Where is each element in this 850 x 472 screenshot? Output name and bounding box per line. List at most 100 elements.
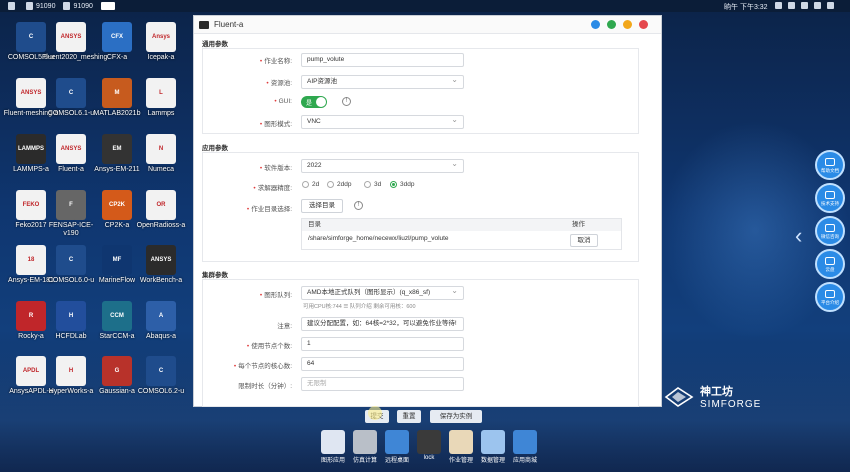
desktop-icon[interactable]: ANSYS WorkBench-a — [132, 245, 190, 285]
help-icon[interactable] — [591, 20, 600, 29]
desktop-icon[interactable]: L Lammps — [132, 78, 190, 118]
precision-label: • 求解器精度: — [253, 185, 292, 192]
app-icon: C — [146, 356, 176, 386]
info-icon[interactable]: ! — [354, 201, 363, 210]
radio-3d[interactable]: 3d — [364, 181, 381, 188]
right-bar-label: 帮助文档 — [821, 168, 839, 173]
brand-en: SIMFORGE — [700, 399, 762, 410]
gui-toggle[interactable]: 是 — [301, 96, 327, 108]
queue-label: • 图形队列: — [259, 292, 292, 299]
app-icon: C — [56, 78, 86, 108]
dock-item[interactable]: 应用商城 — [508, 430, 542, 464]
info-icon[interactable]: ! — [342, 97, 351, 106]
dock-item-label: 图形应用 — [320, 458, 345, 464]
dock-app-icon — [449, 430, 473, 454]
desktop-icon[interactable]: Ansys Icepak-a — [132, 22, 190, 62]
dock-item[interactable]: 远程桌面 — [380, 430, 414, 464]
taskbar-item[interactable] — [8, 2, 18, 10]
tray-icon[interactable] — [801, 2, 808, 9]
app-icon: CP2K — [102, 190, 132, 220]
dock-item[interactable]: lock — [412, 430, 446, 461]
action-bar: 提交 重置 保存为实例 — [193, 396, 662, 423]
queue-info: 可用CPU核:744 ☰ 队列介绍 剩余可用核：600 — [303, 304, 416, 310]
app-icon: F — [56, 190, 86, 220]
right-service-bar: 帮助文档技术支持微信咨询云盘平台介绍 — [812, 150, 848, 315]
right-bar-button[interactable]: 云盘 — [815, 249, 845, 279]
dock: 图形应用 仿真计算 远程桌面 lock 作业管理 数据管理 应用商城 — [316, 428, 544, 472]
clock: 晌午 下午3:32 — [724, 4, 768, 11]
table-cell-dir: /share/simforge_home/necewx/liuzl/pump_v… — [308, 235, 449, 242]
taskbar-item[interactable] — [100, 2, 118, 10]
queue-select[interactable]: AMD本地正式队列（图形显示）(q_x86_sf) — [301, 285, 464, 300]
dock-app-icon — [385, 430, 409, 454]
app-icon: A — [146, 301, 176, 331]
app-window: Fluent-a 通用参数 • 作业名称: pump_volute • 资源池: A… — [193, 15, 662, 407]
notice-label: 注意: — [277, 323, 292, 330]
dock-item[interactable]: 图形应用 — [316, 430, 350, 464]
desktop-icon-label: WorkBench-a — [139, 277, 183, 284]
dock-item-label: 作业管理 — [448, 458, 473, 464]
cores-input[interactable]: 64 — [301, 357, 464, 371]
window-titlebar[interactable]: Fluent-a — [194, 16, 661, 34]
chevron-left-icon[interactable]: ‹ — [795, 225, 802, 247]
tray-icon[interactable] — [775, 2, 782, 9]
service-icon — [825, 290, 835, 298]
app-icon: H — [56, 301, 86, 331]
app-icon: G — [102, 356, 132, 386]
dock-item[interactable]: 数据管理 — [476, 430, 510, 464]
timelimit-label: 限制时长（分钟）: — [238, 383, 292, 390]
desktop-icon[interactable]: N Numeca — [132, 134, 190, 174]
nodes-input[interactable]: 1 — [301, 337, 464, 351]
desktop-icon[interactable]: C COMSOL6.2-u — [132, 356, 190, 396]
right-bar-button[interactable]: 帮助文档 — [815, 150, 845, 180]
app-icon: M — [102, 78, 132, 108]
desktop-icon-label: OpenRadioss-a — [136, 222, 186, 229]
mouse-cursor-highlight — [368, 406, 382, 420]
minimize-icon[interactable] — [607, 20, 616, 29]
radio-3ddp[interactable]: 3ddp — [390, 181, 414, 188]
desktop-icon[interactable]: OR OpenRadioss-a — [132, 190, 190, 230]
version-select[interactable]: 2022 — [301, 158, 464, 173]
timelimit-input[interactable]: 无限制 — [301, 377, 464, 391]
job-name-input[interactable]: pump_volute — [301, 53, 464, 67]
tray-icon[interactable] — [788, 2, 795, 9]
dock-item-label: 数据管理 — [480, 458, 505, 464]
right-bar-label: 技术支持 — [821, 201, 839, 206]
dock-app-icon — [513, 430, 537, 454]
section-title-cluster: 集群参数 — [202, 272, 228, 279]
taskbar-item[interactable]: 91090 — [26, 2, 55, 10]
dock-item[interactable]: 作业管理 — [444, 430, 478, 464]
graphics-mode-select[interactable]: VNC — [301, 114, 464, 129]
system-tray — [775, 2, 840, 9]
app-icon: CCM — [102, 301, 132, 331]
dock-item[interactable]: 仿真计算 — [348, 430, 382, 464]
choose-dir-button[interactable]: 选择目录 — [301, 199, 343, 213]
desktop-icon-label: Lammps — [147, 110, 175, 117]
right-bar-button[interactable]: 平台介绍 — [815, 282, 845, 312]
right-bar-label: 云盘 — [825, 267, 835, 272]
app-icon: L — [146, 78, 176, 108]
taskbar-item[interactable]: 91090 — [63, 2, 93, 10]
desktop-icon[interactable]: A Abaqus-a — [132, 301, 190, 341]
desktop-icon-label: Numeca — [147, 166, 175, 173]
app-icon: C — [56, 245, 86, 275]
app-icon: ANSYS — [146, 245, 176, 275]
close-icon[interactable] — [639, 20, 648, 29]
tray-icon[interactable] — [827, 2, 834, 9]
service-icon — [825, 158, 835, 166]
maximize-icon[interactable] — [623, 20, 632, 29]
app-icon — [199, 20, 209, 29]
reset-button[interactable]: 重置 — [397, 410, 421, 423]
resource-pool-select[interactable]: AIP资源池 — [301, 74, 464, 89]
radio-2d[interactable]: 2d — [302, 181, 319, 188]
desktop-icon-label: Icepak-a — [147, 54, 175, 61]
tray-icon[interactable] — [814, 2, 821, 9]
section-title-general: 通用参数 — [202, 41, 228, 48]
right-bar-button[interactable]: 微信咨询 — [815, 216, 845, 246]
desktop-icon-label: Abaqus-a — [146, 333, 176, 340]
save-template-button[interactable]: 保存为实例 — [430, 410, 482, 423]
radio-2ddp[interactable]: 2ddp — [327, 181, 351, 188]
right-bar-button[interactable]: 技术支持 — [815, 183, 845, 213]
dock-app-icon — [481, 430, 505, 454]
cancel-dir-button[interactable]: 取消 — [570, 234, 598, 247]
